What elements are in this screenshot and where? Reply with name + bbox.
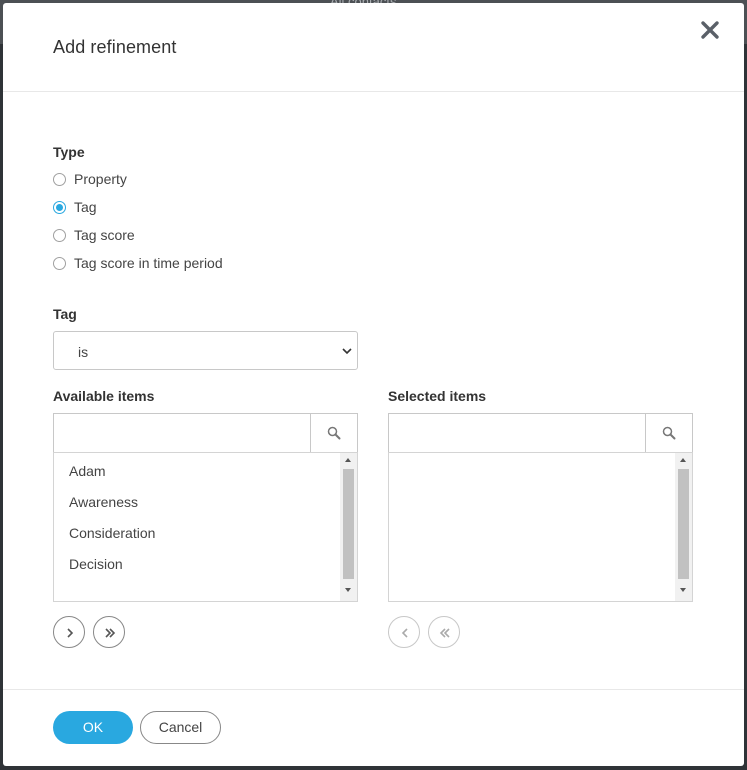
ok-button[interactable]: OK	[53, 711, 133, 744]
radio-label: Tag score	[74, 227, 135, 243]
move-right-button[interactable]	[53, 616, 85, 648]
selected-search-button[interactable]	[645, 414, 692, 452]
list-item[interactable]: Consideration	[69, 525, 155, 541]
scroll-thumb[interactable]	[343, 469, 354, 579]
selected-scrollbar[interactable]	[675, 453, 692, 601]
selected-search-input[interactable]	[389, 414, 645, 452]
search-icon	[327, 426, 341, 440]
list-item[interactable]: Awareness	[69, 494, 138, 510]
close-icon	[701, 21, 719, 39]
available-search-input[interactable]	[54, 414, 310, 452]
tag-label: Tag	[53, 306, 77, 322]
available-search	[53, 413, 358, 453]
available-items-label: Available items	[53, 388, 155, 404]
double-chevron-left-icon	[439, 628, 450, 638]
cancel-button[interactable]: Cancel	[140, 711, 221, 744]
dialog-header: Add refinement	[3, 3, 744, 92]
radio-property[interactable]: Property	[53, 169, 127, 189]
radio-button[interactable]	[53, 172, 66, 186]
radio-label: Property	[74, 171, 127, 187]
radio-tag-score-time-period[interactable]: Tag score in time period	[53, 253, 223, 273]
available-scrollbar[interactable]	[340, 453, 357, 601]
radio-tag-score[interactable]: Tag score	[53, 225, 135, 245]
selected-search	[388, 413, 693, 453]
chevron-left-icon	[401, 628, 408, 638]
chevron-down-icon	[342, 348, 352, 355]
radio-button[interactable]	[53, 228, 66, 242]
scroll-up-icon[interactable]	[345, 458, 351, 462]
move-all-left-button[interactable]	[428, 616, 460, 648]
scroll-down-icon[interactable]	[345, 588, 351, 592]
scroll-down-icon[interactable]	[680, 588, 686, 592]
chevron-right-icon	[67, 628, 74, 638]
radio-tag[interactable]: Tag	[53, 197, 97, 217]
double-chevron-right-icon	[105, 628, 116, 638]
move-all-right-button[interactable]	[93, 616, 125, 648]
radio-label: Tag	[74, 199, 97, 215]
selected-items-label: Selected items	[388, 388, 487, 404]
available-items-list[interactable]: Adam Awareness Consideration Decision	[53, 452, 358, 602]
selected-items-list[interactable]	[388, 452, 693, 602]
scroll-thumb[interactable]	[678, 469, 689, 579]
tag-operator-select[interactable]: is	[53, 331, 358, 370]
close-button[interactable]	[700, 20, 720, 40]
dialog-title: Add refinement	[53, 37, 177, 57]
radio-button[interactable]	[53, 200, 66, 214]
list-item[interactable]: Decision	[69, 556, 123, 572]
available-search-button[interactable]	[310, 414, 357, 452]
move-left-button[interactable]	[388, 616, 420, 648]
select-value: is	[78, 344, 89, 360]
radio-button[interactable]	[53, 256, 66, 270]
radio-label: Tag score in time period	[74, 255, 223, 271]
add-refinement-dialog: Add refinement Type Property Tag Tag sco…	[3, 3, 744, 766]
search-icon	[662, 426, 676, 440]
type-label: Type	[53, 144, 85, 160]
list-item[interactable]: Adam	[69, 463, 106, 479]
scroll-up-icon[interactable]	[680, 458, 686, 462]
